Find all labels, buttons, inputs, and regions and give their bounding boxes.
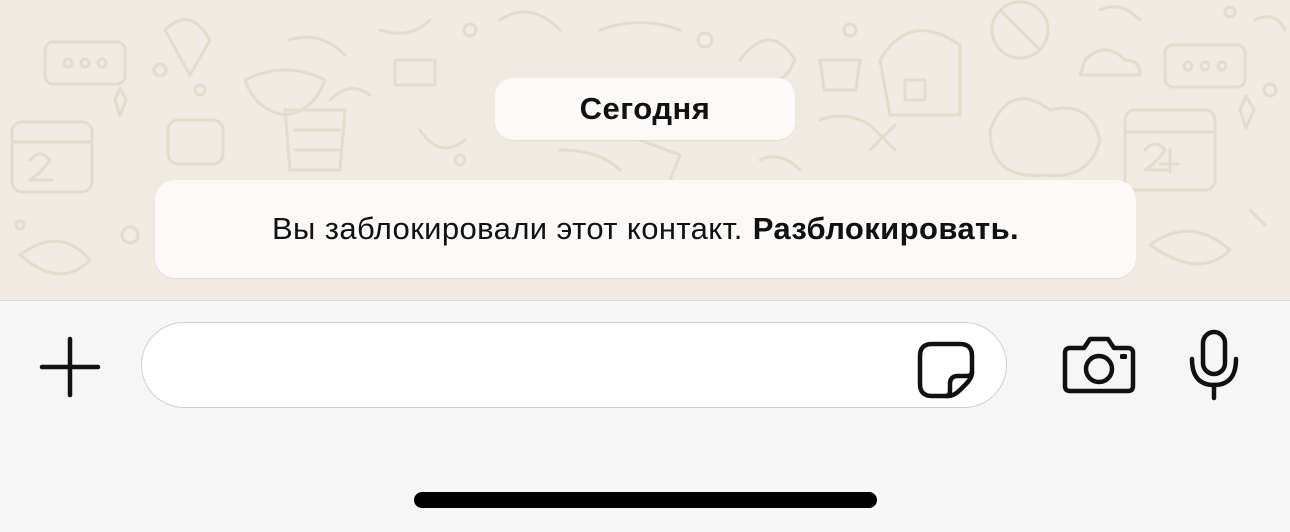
chat-area: Сегодня Вы заблокировали этот контакт. Р… xyxy=(0,0,1290,300)
sticker-button[interactable] xyxy=(916,340,976,400)
message-input[interactable] xyxy=(172,341,906,393)
attach-button[interactable] xyxy=(36,333,104,401)
microphone-button[interactable] xyxy=(1188,329,1240,401)
date-separator: Сегодня xyxy=(495,78,795,140)
camera-icon xyxy=(1062,336,1136,394)
sticker-icon xyxy=(917,341,975,399)
message-composer xyxy=(0,301,1290,532)
blocked-contact-text: Вы заблокировали этот контакт. xyxy=(271,211,743,246)
message-input-field[interactable] xyxy=(141,322,1007,408)
plus-icon xyxy=(39,336,101,398)
blocked-contact-notice: Вы заблокировали этот контакт. Разблокир… xyxy=(155,180,1136,278)
unblock-link[interactable]: Разблокировать. xyxy=(753,211,1019,247)
camera-button[interactable] xyxy=(1062,336,1136,394)
microphone-icon xyxy=(1189,329,1239,401)
home-indicator xyxy=(414,492,877,508)
